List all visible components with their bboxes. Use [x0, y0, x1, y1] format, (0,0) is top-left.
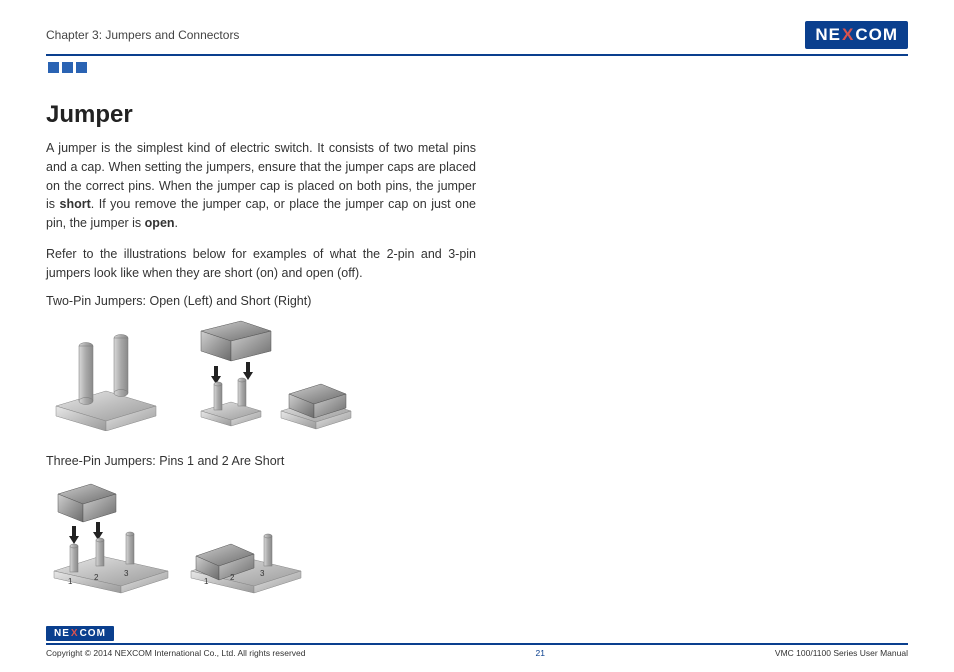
chapter-title: Chapter 3: Jumpers and Connectors [46, 28, 239, 42]
para1-bold-open: open [145, 216, 175, 230]
copyright-text: Copyright © 2014 NEXCOM International Co… [46, 648, 306, 658]
brand-x-icon: X [842, 25, 854, 45]
page-number: 21 [535, 648, 544, 658]
illustration-caption-1: Two-Pin Jumpers: Open (Left) and Short (… [46, 294, 476, 308]
brand-pre: NE [815, 25, 841, 45]
two-pin-short-icon [281, 384, 351, 429]
brand-logo: NEXCOM [805, 21, 908, 49]
three-pin-short-icon: 1 2 3 [191, 534, 301, 593]
footer-brand-logo: NEXCOM [46, 626, 114, 641]
illustration-caption-2: Three-Pin Jumpers: Pins 1 and 2 Are Shor… [46, 454, 476, 468]
body-paragraph-1: A jumper is the simplest kind of electri… [46, 139, 476, 233]
svg-text:3: 3 [260, 569, 265, 578]
two-pin-illustration [46, 316, 476, 436]
two-pin-open-icon [56, 335, 156, 432]
para1-post: . [175, 216, 178, 230]
svg-text:1: 1 [68, 577, 73, 586]
svg-text:3: 3 [124, 569, 129, 578]
document-name: VMC 100/1100 Series User Manual [775, 648, 908, 658]
svg-text:2: 2 [230, 573, 235, 582]
two-pin-cap-placing-icon [201, 321, 271, 426]
svg-text:2: 2 [94, 573, 99, 582]
brand-post: COM [855, 25, 898, 45]
footer-brand-post: COM [80, 628, 106, 639]
three-pin-cap-placing-icon: 1 2 3 [54, 484, 168, 593]
decorative-squares-icon [48, 62, 908, 73]
para1-bold-short: short [60, 197, 91, 211]
page-title: Jumper [46, 101, 476, 129]
para1-mid: . If you remove the jumper cap, or place… [46, 197, 476, 230]
footer-brand-pre: NE [54, 628, 70, 639]
header-rule [46, 54, 908, 56]
footer-brand-x-icon: X [71, 628, 79, 639]
body-paragraph-2: Refer to the illustrations below for exa… [46, 245, 476, 283]
svg-text:1: 1 [204, 577, 209, 586]
footer-rule [46, 643, 908, 645]
three-pin-illustration: 1 2 3 1 2 3 [46, 476, 476, 601]
